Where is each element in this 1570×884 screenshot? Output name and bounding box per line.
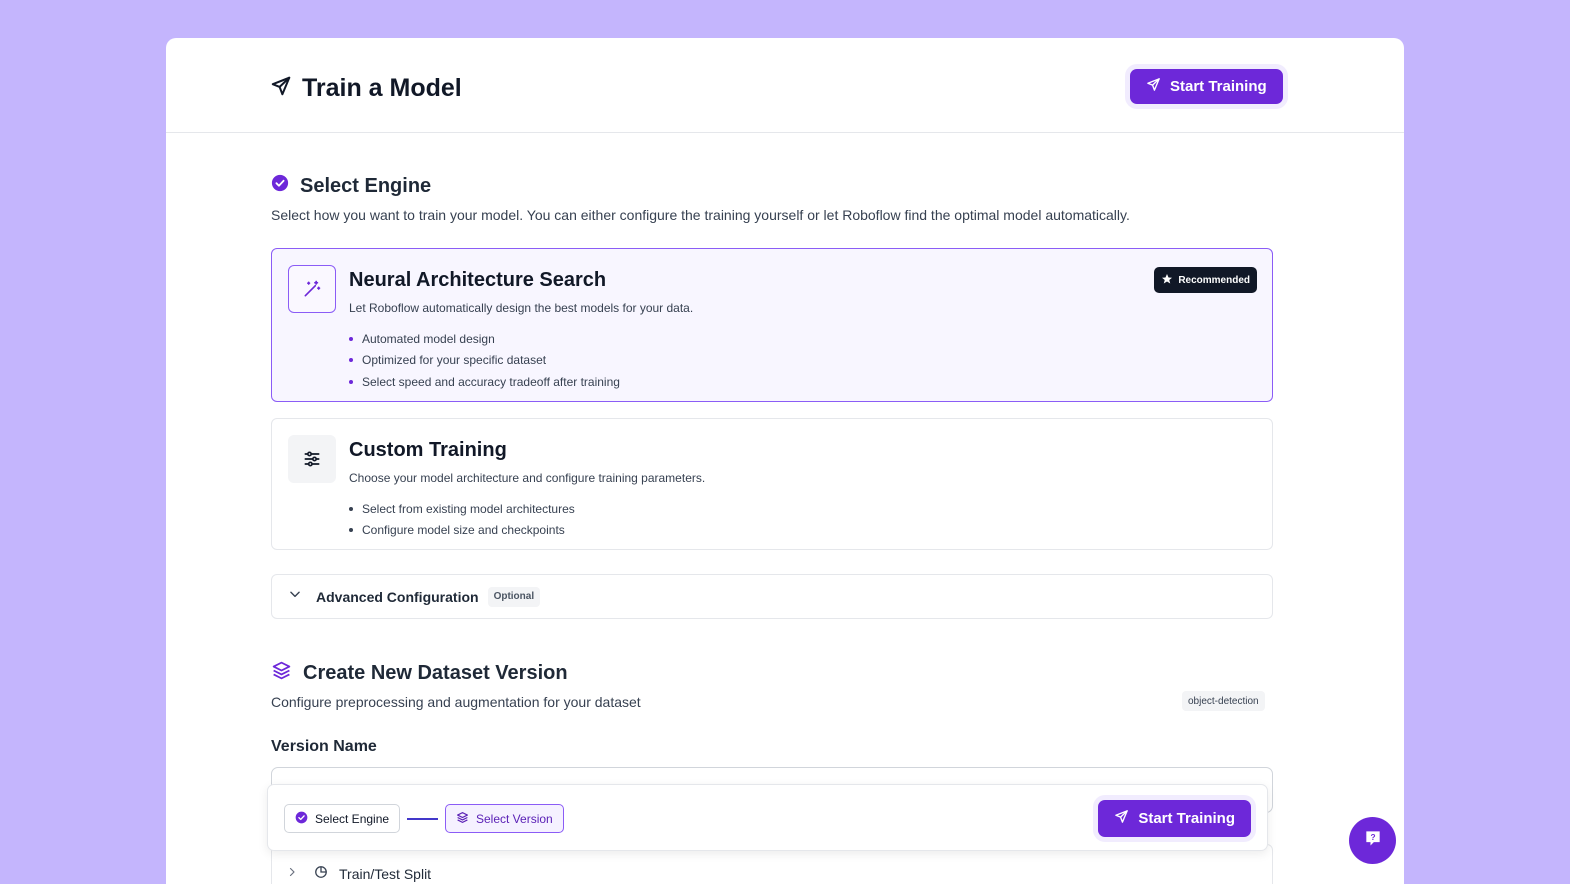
recommended-badge: Recommended [1154, 267, 1257, 293]
project-type-chip: object-detection [1182, 691, 1265, 711]
section-title: Select Engine [300, 174, 432, 197]
option-description: Choose your model architecture and confi… [349, 471, 706, 485]
section-title: Create New Dataset Version [303, 662, 568, 684]
version-name-label: Version Name [271, 738, 377, 755]
option-neural-architecture-search[interactable]: Neural Architecture Search Let Roboflow … [271, 248, 1273, 402]
help-chat-icon: ? [1363, 828, 1383, 853]
layers-icon [456, 811, 469, 827]
start-training-label: Start Training [1170, 78, 1267, 95]
step-select-version[interactable]: Select Version [445, 804, 564, 833]
train-test-split-label: Train/Test Split [339, 866, 432, 882]
star-icon [1161, 273, 1173, 288]
svg-text:?: ? [1370, 832, 1375, 842]
check-circle-icon [271, 174, 289, 198]
feature-list: Select from existing model architectures… [349, 498, 575, 541]
feature-item: Select from existing model architectures [349, 498, 575, 520]
send-icon [1114, 809, 1129, 828]
start-training-label: Start Training [1138, 810, 1235, 827]
advanced-configuration-toggle[interactable]: Advanced Configuration Optional [271, 574, 1273, 619]
train-model-card: Train a Model Start Training Select Engi… [166, 38, 1404, 884]
feature-item: Select speed and accuracy tradeoff after… [349, 371, 620, 393]
create-dataset-heading: Create New Dataset Version [271, 660, 568, 687]
engine-description: Select how you want to train your model.… [271, 207, 1130, 223]
advanced-configuration-label: Advanced Configuration [316, 588, 479, 605]
send-icon [270, 75, 292, 102]
pie-chart-icon [314, 865, 328, 884]
option-title: Neural Architecture Search [349, 269, 607, 291]
start-training-button[interactable]: Start Training [1098, 800, 1251, 837]
sliders-icon [288, 435, 336, 483]
badge-label: Recommended [1178, 274, 1250, 286]
page-title: Train a Model [302, 74, 462, 102]
start-training-button[interactable]: Start Training [1130, 69, 1283, 104]
feature-item: Configure model size and checkpoints [349, 520, 575, 542]
option-description: Let Roboflow automatically design the be… [349, 301, 694, 315]
feature-item: Automated model design [349, 328, 620, 350]
feature-item: Optimized for your specific dataset [349, 350, 620, 372]
bottom-stepper-bar: Select Engine Select Version Start Train… [267, 784, 1268, 851]
magic-wand-icon [288, 265, 336, 313]
chevron-right-icon [286, 865, 298, 883]
step-label: Select Version [476, 811, 553, 826]
option-title: Custom Training [349, 439, 507, 461]
step-connector [407, 818, 438, 820]
page-header: Train a Model Start Training [166, 38, 1404, 133]
optional-chip: Optional [487, 586, 541, 607]
step-label: Select Engine [315, 811, 390, 826]
title-wrap: Train a Model [270, 74, 462, 103]
check-circle-icon [295, 811, 308, 827]
step-select-engine[interactable]: Select Engine [284, 804, 401, 833]
dataset-description: Configure preprocessing and augmentation… [271, 694, 641, 710]
chevron-down-icon [288, 587, 302, 606]
option-custom-training[interactable]: Custom Training Choose your model archit… [271, 418, 1273, 550]
select-engine-heading: Select Engine [271, 174, 431, 198]
feature-list: Automated model design Optimized for you… [349, 328, 620, 393]
send-icon [1146, 77, 1161, 96]
help-chat-button[interactable]: ? [1349, 817, 1396, 864]
layers-icon [271, 660, 292, 687]
